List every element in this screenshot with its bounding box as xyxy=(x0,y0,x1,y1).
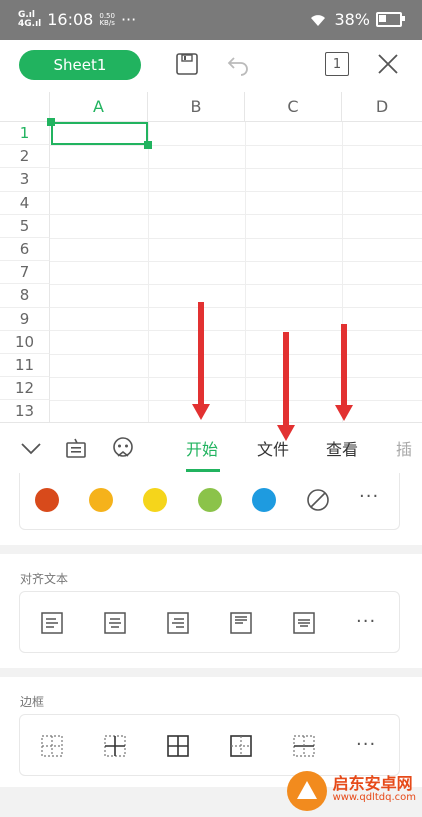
section-divider xyxy=(0,668,422,677)
battery-percent: 38% xyxy=(334,10,370,29)
more-align-button[interactable]: ··· xyxy=(356,611,376,632)
color-swatch-orange[interactable] xyxy=(89,488,113,512)
smiley-assistant-icon[interactable] xyxy=(111,436,135,460)
clock: 16:08 xyxy=(47,10,94,29)
color-swatch-blue[interactable] xyxy=(252,488,276,512)
top-toolbar: Sheet1 1 xyxy=(0,40,422,93)
chevron-down-icon[interactable] xyxy=(19,436,43,460)
wifi-icon xyxy=(311,14,326,26)
tab-insert[interactable]: 插 xyxy=(396,423,412,473)
more-border-button[interactable]: ··· xyxy=(356,734,376,755)
watermark-title: 启东安卓网 xyxy=(332,774,413,793)
row-header[interactable]: 3 xyxy=(0,168,50,192)
no-color-icon[interactable] xyxy=(306,488,330,512)
align-center-icon[interactable] xyxy=(103,611,127,635)
annotation-arrowhead xyxy=(192,404,210,420)
more-notifications: ··· xyxy=(120,10,137,29)
border-card: ··· xyxy=(19,714,400,776)
color-swatch-green[interactable] xyxy=(198,488,222,512)
annotation-arrow xyxy=(283,332,289,428)
row-header[interactable]: 1 xyxy=(0,122,50,146)
selection-handle-bottom-right[interactable] xyxy=(144,141,152,149)
undo-icon[interactable] xyxy=(226,52,250,76)
signal-indicator: G.ıl 4G.ıl xyxy=(18,9,42,29)
watermark-url: www.qdltdq.com xyxy=(332,792,416,803)
row-header[interactable]: 9 xyxy=(0,307,50,331)
align-middle-icon[interactable] xyxy=(292,611,316,635)
font-color-card: ··· xyxy=(19,473,400,530)
border-all-icon[interactable] xyxy=(166,734,190,758)
row-header[interactable]: 2 xyxy=(0,145,50,169)
annotation-arrow xyxy=(341,324,347,408)
corner-cell xyxy=(0,92,50,122)
watermark-logo xyxy=(286,771,327,811)
battery-icon xyxy=(376,12,405,27)
font-color-panel: ··· xyxy=(0,473,422,545)
close-icon[interactable] xyxy=(376,52,400,76)
column-header-d[interactable]: D xyxy=(342,92,422,122)
row-header[interactable]: 11 xyxy=(0,354,50,378)
row-header[interactable]: 4 xyxy=(0,191,50,215)
row-header[interactable]: 7 xyxy=(0,261,50,285)
align-right-icon[interactable] xyxy=(166,611,190,635)
align-text-label: 对齐文本 xyxy=(20,572,69,586)
border-inner-icon[interactable] xyxy=(103,734,127,758)
ribbon-tab-bar: 开始 文件 查看 插 xyxy=(0,422,422,474)
column-header-b[interactable]: B xyxy=(148,92,245,122)
keyboard-icon[interactable] xyxy=(64,436,88,460)
border-outer-icon[interactable] xyxy=(229,734,253,758)
row-header[interactable]: 12 xyxy=(0,377,50,401)
active-tab-indicator xyxy=(186,469,220,472)
sheet-count-button[interactable]: 1 xyxy=(325,52,349,76)
save-icon[interactable] xyxy=(175,52,199,76)
border-label: 边框 xyxy=(20,695,45,709)
color-swatch-red[interactable] xyxy=(35,488,59,512)
network-speed: 0.50 KB/s xyxy=(99,11,115,27)
align-text-panel: 对齐文本 ··· xyxy=(0,554,422,668)
tab-view[interactable]: 查看 xyxy=(326,423,358,473)
color-swatch-yellow[interactable] xyxy=(143,488,167,512)
watermark: 启东安卓网 www.qdltdq.com xyxy=(286,771,416,811)
border-horizontal-icon[interactable] xyxy=(292,734,316,758)
tab-start[interactable]: 开始 xyxy=(186,423,218,473)
section-divider xyxy=(0,545,422,554)
row-header[interactable]: 8 xyxy=(0,284,50,308)
row-header[interactable]: 10 xyxy=(0,330,50,354)
selected-cell-a1[interactable] xyxy=(51,122,148,145)
column-header-a[interactable]: A xyxy=(50,92,148,122)
more-colors-button[interactable]: ··· xyxy=(359,486,379,507)
align-left-icon[interactable] xyxy=(40,611,64,635)
row-header[interactable]: 6 xyxy=(0,238,50,262)
border-none-icon[interactable] xyxy=(40,734,64,758)
status-bar: G.ıl 4G.ıl 16:08 0.50 KB/s ··· 38% xyxy=(0,0,422,40)
align-top-icon[interactable] xyxy=(229,611,253,635)
sheet-tab-button[interactable]: Sheet1 xyxy=(19,50,141,80)
align-text-card: ··· xyxy=(19,591,400,653)
row-header[interactable]: 13 xyxy=(0,400,50,424)
row-header[interactable]: 5 xyxy=(0,214,50,238)
column-header-c[interactable]: C xyxy=(245,92,342,122)
selection-handle-top-left[interactable] xyxy=(47,118,55,126)
annotation-arrowhead xyxy=(335,405,353,421)
annotation-arrow xyxy=(198,302,204,406)
annotation-arrowhead xyxy=(277,425,295,441)
